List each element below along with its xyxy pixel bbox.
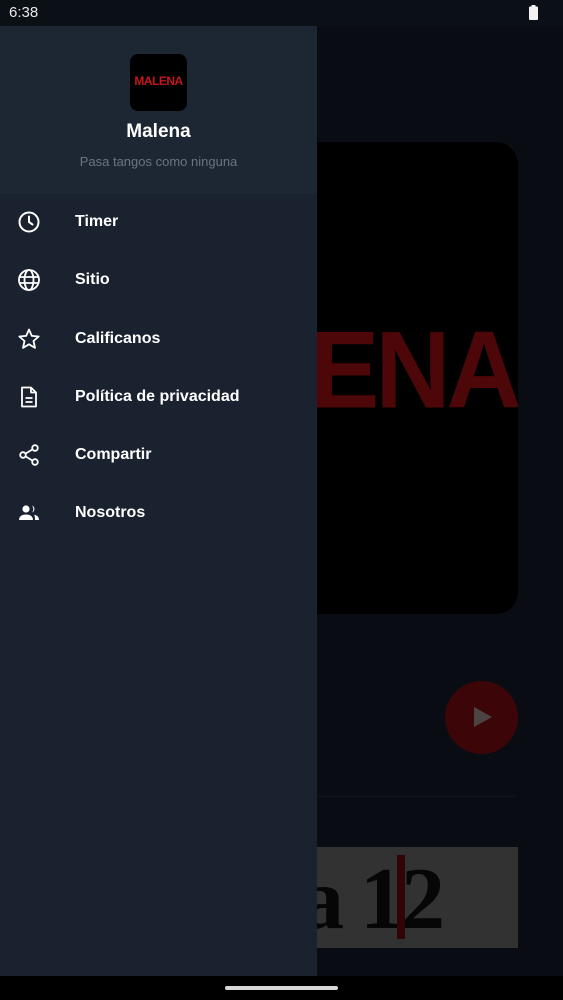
menu-item-calificanos[interactable]: Calificanos [0,311,317,369]
menu-label-calificanos: Calificanos [75,329,161,347]
system-nav-bar [0,976,563,1000]
document-icon [21,386,37,408]
menu-label-privacidad: Política de privacidad [75,387,240,405]
menu-item-privacidad[interactable]: Política de privacidad [0,369,317,427]
drawer-header: MALENA Malena Pasa tangos como ninguna [0,26,317,194]
globe-icon [18,269,40,292]
clock-icon [18,211,40,233]
home-gesture-handle[interactable] [225,986,338,990]
menu-label-timer: Timer [75,213,119,230]
app-tagline: Pasa tangos como ninguna [79,154,238,169]
menu-item-nosotros[interactable]: Nosotros [0,485,317,543]
menu-label-sitio: Sitio [75,271,110,289]
drawer-menu: Timer Sitio Calificanos Política de priv… [0,194,317,544]
battery-full-icon [529,5,538,20]
app-logo: MALENA [130,54,187,111]
navigation-drawer: MALENA Malena Pasa tangos como ninguna T… [0,26,317,976]
menu-label-nosotros: Nosotros [75,504,146,522]
status-bar: 6:38 [0,0,563,26]
menu-label-compartir: Compartir [75,446,152,464]
star-icon [18,328,40,349]
people-icon [19,505,39,521]
menu-item-sitio[interactable]: Sitio [0,252,317,310]
status-time: 6:38 [9,4,39,21]
app-logo-text: MALENA [134,74,183,88]
share-icon [19,444,39,466]
menu-item-timer[interactable]: Timer [0,194,317,252]
app-name: Malena [126,121,191,142]
menu-item-compartir[interactable]: Compartir [0,427,317,485]
